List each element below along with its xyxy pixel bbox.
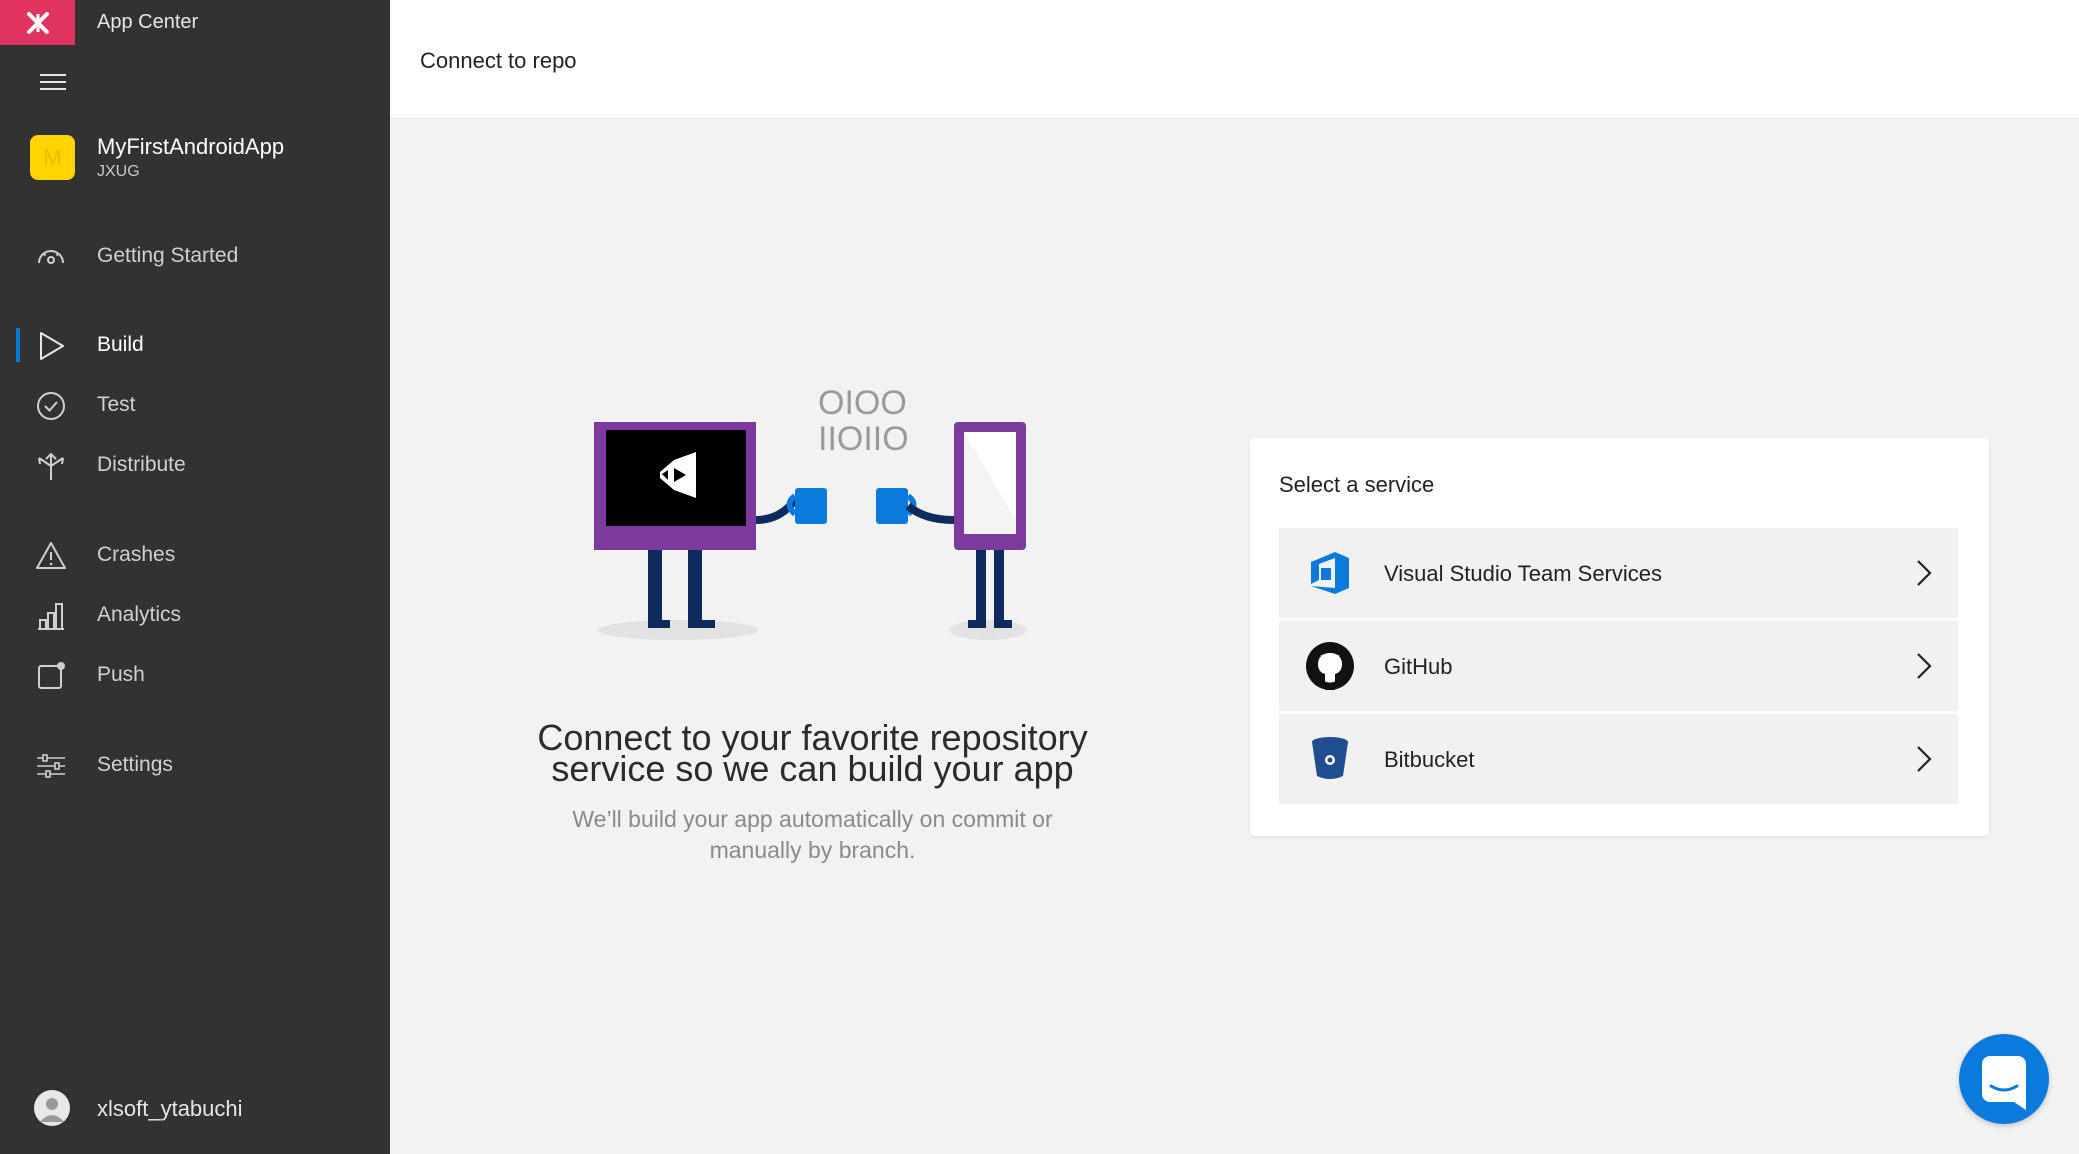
vsts-icon (1311, 552, 1349, 594)
chevron-right-icon (1917, 560, 1932, 586)
user-profile[interactable]: xlsoft_ytabuchi (0, 1085, 390, 1135)
sidebar-item-analytics[interactable]: Analytics (0, 592, 390, 638)
warning-icon (36, 542, 66, 569)
sliders-icon (37, 754, 65, 778)
check-circle-icon (37, 392, 65, 420)
connect-repo-illustration: OIOO IIOIIO (594, 384, 1026, 640)
sidebar: App Center M MyFirstAndroidApp JXUG Gett… (0, 0, 390, 1154)
sidebar-item-label: Test (97, 393, 136, 416)
chevron-right-icon (1917, 653, 1932, 679)
push-icon (38, 662, 65, 689)
binary-text-2: IIOIIO (818, 420, 909, 458)
sidebar-item-settings[interactable]: Settings (0, 742, 390, 788)
sidebar-item-label: Crashes (97, 543, 176, 566)
gauge-icon (38, 250, 64, 264)
select-service-card: Select a service Visual Studio Team Serv… (1250, 438, 1989, 836)
sidebar-item-test[interactable]: Test (0, 382, 390, 428)
sidebar-item-label: Settings (97, 753, 173, 776)
sidebar-item-crashes[interactable]: Crashes (0, 532, 390, 578)
app-center-logo-icon[interactable] (0, 0, 75, 45)
app-org: JXUG (97, 163, 140, 180)
app-name[interactable]: MyFirstAndroidApp (97, 134, 284, 160)
user-name: xlsoft_ytabuchi (97, 1096, 243, 1121)
play-icon (40, 332, 64, 360)
subtext: We’ll build your app automatically on co… (530, 804, 1095, 866)
page-title: Connect to repo (420, 48, 577, 73)
sidebar-item-distribute[interactable]: Distribute (0, 442, 390, 488)
avatar[interactable] (34, 1090, 70, 1126)
chevron-right-icon (1917, 746, 1932, 772)
sidebar-item-push[interactable]: Push (0, 652, 390, 698)
user-icon (40, 1098, 64, 1122)
sidebar-item-label: Analytics (97, 603, 182, 626)
bitbucket-icon (1312, 737, 1348, 779)
chat-icon (1982, 1056, 2026, 1110)
service-github-button[interactable]: GitHub (1279, 621, 1958, 711)
service-label: GitHub (1384, 654, 1453, 679)
headline: Connect to your favorite repository serv… (490, 720, 1135, 789)
brand-name: App Center (97, 11, 199, 33)
bar-chart-icon (38, 603, 64, 630)
card-title: Select a service (1279, 472, 1435, 497)
sidebar-item-label: Getting Started (97, 244, 239, 267)
subtext-line-1: We’ll build your app automatically on co… (572, 806, 1053, 832)
github-icon (1306, 642, 1354, 690)
sidebar-item-getting-started[interactable]: Getting Started (0, 233, 390, 279)
app-avatar[interactable]: M (30, 135, 75, 180)
service-bitbucket-button[interactable]: Bitbucket (1279, 714, 1958, 804)
subtext-line-2: manually by branch. (709, 837, 916, 863)
distribute-icon (38, 452, 64, 480)
service-label: Bitbucket (1384, 747, 1475, 772)
hamburger-menu-icon[interactable] (40, 74, 66, 94)
chat-support-button[interactable] (1959, 1034, 2049, 1124)
binary-text-1: OIOO (818, 384, 907, 422)
sidebar-item-build[interactable]: Build (0, 322, 390, 368)
header: Connect to repo (390, 0, 2079, 119)
sidebar-item-label: Distribute (97, 453, 186, 476)
service-label: Visual Studio Team Services (1384, 561, 1662, 586)
headline-line-2: service so we can build your app (551, 748, 1074, 789)
brand-bar[interactable]: App Center (0, 0, 390, 45)
sidebar-item-label: Push (97, 663, 145, 686)
service-vsts-button[interactable]: Visual Studio Team Services (1279, 528, 1958, 618)
sidebar-item-label: Build (97, 333, 144, 356)
